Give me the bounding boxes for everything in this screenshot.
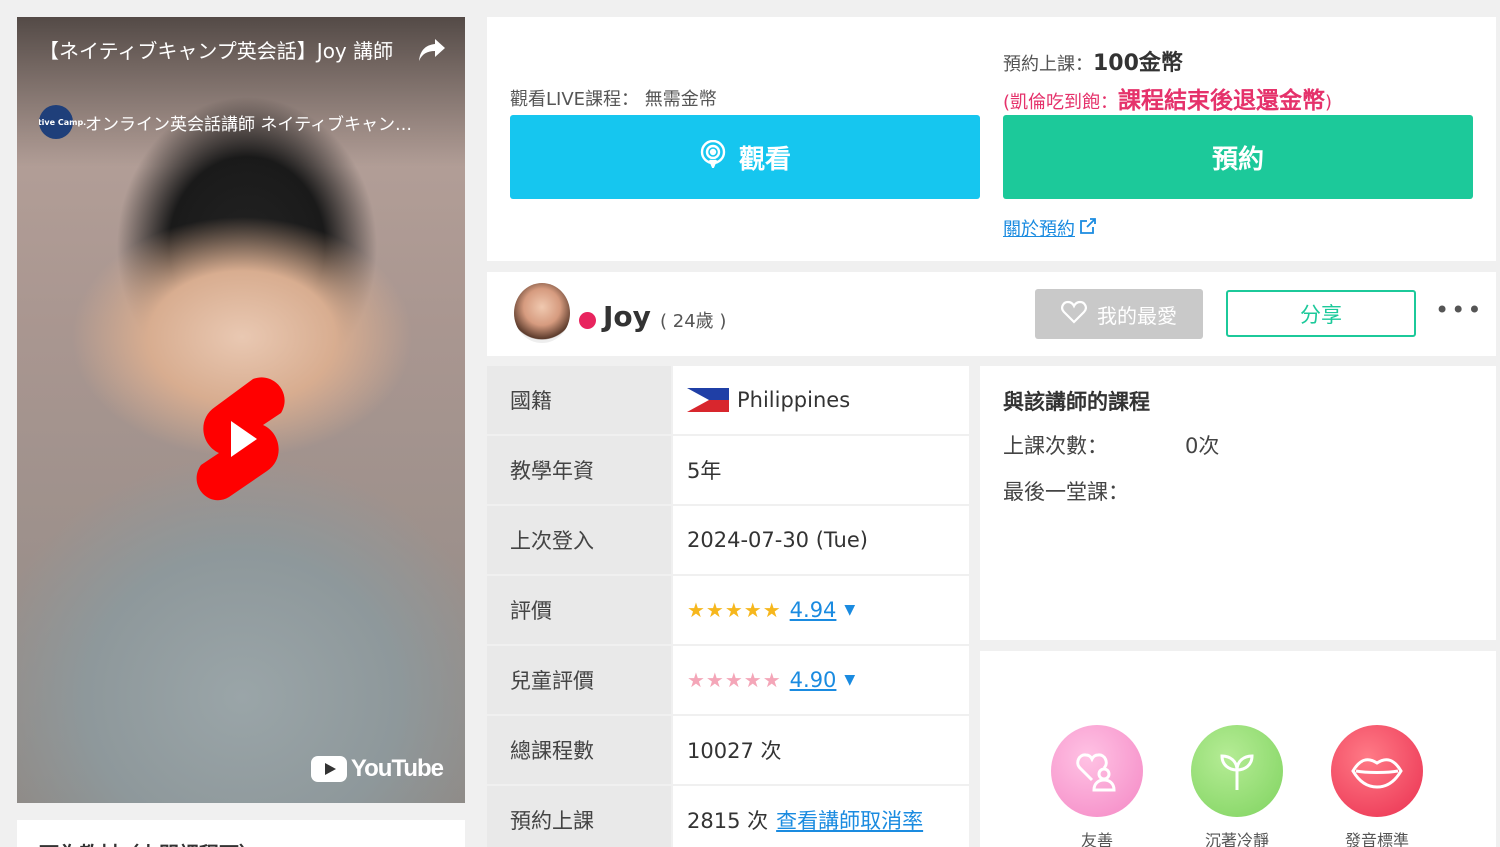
watch-price: 觀看LIVE課程： 無需金幣 [510,89,717,110]
lesson-count-row: 上課次數： 0次 [1003,434,1220,458]
book-button[interactable]: 預約 [1003,115,1473,199]
last-lesson-row: 最後一堂課： [1003,480,1129,504]
youtube-icon [310,756,347,782]
info-row-nationality: 國籍 Philippines [487,366,969,434]
video-channel[interactable]: Native Camp. オンライン英会話講師 ネイティブキャン… [39,105,459,139]
heart-icon [1061,300,1087,329]
teacher-info-table: 國籍 Philippines 教學年資 5年 上次登入 2024-07-30 (… [487,366,969,847]
broadcast-icon [699,139,727,175]
friendly-icon [1051,725,1143,817]
booking-price: 預約上課：100金幣 [1003,51,1183,76]
caret-down-icon[interactable]: ▼ [844,602,855,618]
play-icon[interactable] [193,375,289,503]
watch-button[interactable]: 觀看 [510,115,980,199]
more-options-icon[interactable]: ••• [1435,296,1483,324]
rating-stars-icon: ★★★★★ [687,598,782,622]
philippines-flag-icon [687,388,729,412]
teacher-header: Joy ( 24歲 ) 我的最愛 分享 ••• [487,272,1496,356]
info-row-experience: 教學年資 5年 [487,436,969,504]
lips-icon [1331,725,1423,817]
favorite-button[interactable]: 我的最愛 [1035,289,1203,339]
about-booking-link[interactable]: 關於預約 [1003,215,1097,241]
info-row-rating: 評價 ★★★★★ 4.94 ▼ [487,576,969,644]
booking-card: 觀看LIVE課程： 無需金幣 預約上課：100金幣 (凱倫吃到飽：課程結束後退還… [487,17,1496,261]
share-button[interactable]: 分享 [1226,290,1416,337]
teacher-age: ( 24歲 ) [660,311,727,332]
trait-calm: 沉著冷靜 [1191,725,1283,847]
caret-down-icon[interactable]: ▼ [844,672,855,688]
info-row-kids-rating: 兒童評價 ★★★★★ 4.90 ▼ [487,646,969,714]
refund-note: (凱倫吃到飽：課程結束後退還金幣) [1003,88,1333,114]
teacher-avatar[interactable] [514,283,570,343]
kids-rating-stars-icon: ★★★★★ [687,668,782,692]
sprout-icon [1191,725,1283,817]
youtube-logo[interactable]: YouTube [310,755,444,783]
lessons-heading: 與該講師的課程 [1003,390,1150,414]
share-arrow-icon[interactable] [417,37,447,70]
lessons-with-teacher: 與該講師的課程 上課次數： 0次 最後一堂課： [980,366,1496,640]
info-row-total-lessons: 總課程數 10027 次 [487,716,969,784]
trait-pronunciation: 發音標準 [1331,725,1423,847]
cancel-rate-link[interactable]: 查看講師取消率 [776,805,923,835]
channel-name: オンライン英会話講師 ネイティブキャン… [85,114,413,135]
status-indicator [579,312,596,329]
video-title[interactable]: 【ネイティブキャンプ英会話】Joy 講師 [39,37,399,66]
video-player[interactable]: 【ネイティブキャンプ英会話】Joy 講師 Native Camp. オンライン英… [17,17,465,803]
teacher-traits: 友善 沉著冷靜 發音標準 [980,651,1496,847]
channel-logo: Native Camp. [39,105,86,139]
info-row-reserved: 預約上課 2815 次 查看講師取消率 [487,786,969,847]
teacher-name: Joy [603,300,651,333]
trait-friendly: 友善 [1051,725,1143,847]
kids-rating-link[interactable]: 4.90 [790,668,837,692]
info-row-last-login: 上次登入 2024-07-30 (Tue) [487,506,969,574]
rating-link[interactable]: 4.94 [790,598,837,622]
materials-heading: 可為教材（上門課程可） [17,820,465,847]
external-link-icon [1079,217,1097,240]
